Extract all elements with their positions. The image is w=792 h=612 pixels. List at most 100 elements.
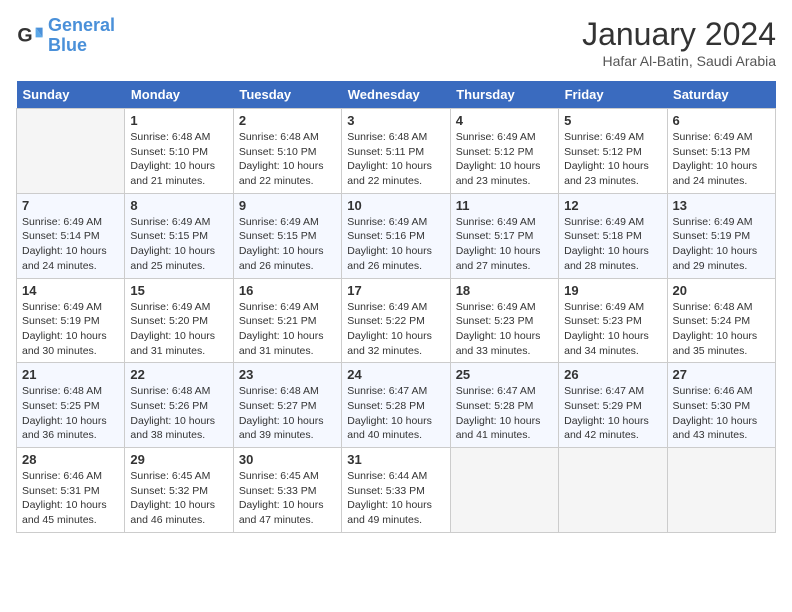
day-info: Sunrise: 6:47 AM Sunset: 5:28 PM Dayligh… xyxy=(456,384,553,443)
day-number: 18 xyxy=(456,283,553,298)
day-info: Sunrise: 6:46 AM Sunset: 5:31 PM Dayligh… xyxy=(22,469,119,528)
day-number: 22 xyxy=(130,367,227,382)
logo-icon: G xyxy=(16,22,44,50)
day-info: Sunrise: 6:49 AM Sunset: 5:17 PM Dayligh… xyxy=(456,215,553,274)
day-info: Sunrise: 6:49 AM Sunset: 5:15 PM Dayligh… xyxy=(239,215,336,274)
page-header: G General Blue January 2024 Hafar Al-Bat… xyxy=(16,16,776,69)
day-info: Sunrise: 6:48 AM Sunset: 5:11 PM Dayligh… xyxy=(347,130,444,189)
day-info: Sunrise: 6:45 AM Sunset: 5:33 PM Dayligh… xyxy=(239,469,336,528)
day-number: 15 xyxy=(130,283,227,298)
calendar-cell xyxy=(559,448,667,533)
day-info: Sunrise: 6:48 AM Sunset: 5:27 PM Dayligh… xyxy=(239,384,336,443)
day-number: 28 xyxy=(22,452,119,467)
day-number: 11 xyxy=(456,198,553,213)
day-number: 2 xyxy=(239,113,336,128)
location-subtitle: Hafar Al-Batin, Saudi Arabia xyxy=(582,53,776,69)
calendar-cell: 10Sunrise: 6:49 AM Sunset: 5:16 PM Dayli… xyxy=(342,193,450,278)
calendar-cell: 4 Sunrise: 6:49 AM Sunset: 5:12 PM Daylig… xyxy=(450,109,558,194)
month-title: January 2024 xyxy=(582,16,776,53)
day-number: 21 xyxy=(22,367,119,382)
day-info: Sunrise: 6:48 AM Sunset: 5:26 PM Dayligh… xyxy=(130,384,227,443)
logo-text: General Blue xyxy=(48,16,115,56)
logo: G General Blue xyxy=(16,16,115,56)
calendar-table: SundayMondayTuesdayWednesdayThursdayFrid… xyxy=(16,81,776,533)
day-info: Sunrise: 6:48 AM Sunset: 5:10 PM Dayligh… xyxy=(130,130,227,189)
day-number: 16 xyxy=(239,283,336,298)
day-info: Sunrise: 6:48 AM Sunset: 5:25 PM Dayligh… xyxy=(22,384,119,443)
day-info: Sunrise: 6:49 AM Sunset: 5:22 PM Dayligh… xyxy=(347,300,444,359)
calendar-cell: 23 Sunrise: 6:48 AM Sunset: 5:27 PM Dayli… xyxy=(233,363,341,448)
day-info: Sunrise: 6:49 AM Sunset: 5:18 PM Dayligh… xyxy=(564,215,661,274)
calendar-cell: 19 Sunrise: 6:49 AM Sunset: 5:23 PM Dayli… xyxy=(559,278,667,363)
calendar-cell: 22 Sunrise: 6:48 AM Sunset: 5:26 PM Dayli… xyxy=(125,363,233,448)
calendar-cell: 17 Sunrise: 6:49 AM Sunset: 5:22 PM Dayli… xyxy=(342,278,450,363)
day-number: 7 xyxy=(22,198,119,213)
day-info: Sunrise: 6:49 AM Sunset: 5:12 PM Dayligh… xyxy=(564,130,661,189)
calendar-cell: 16Sunrise: 6:49 AM Sunset: 5:21 PM Dayli… xyxy=(233,278,341,363)
calendar-cell xyxy=(667,448,775,533)
day-number: 12 xyxy=(564,198,661,213)
day-info: Sunrise: 6:49 AM Sunset: 5:19 PM Dayligh… xyxy=(673,215,770,274)
calendar-cell: 31Sunrise: 6:44 AM Sunset: 5:33 PM Dayli… xyxy=(342,448,450,533)
day-info: Sunrise: 6:49 AM Sunset: 5:23 PM Dayligh… xyxy=(564,300,661,359)
day-info: Sunrise: 6:46 AM Sunset: 5:30 PM Dayligh… xyxy=(673,384,770,443)
week-row-1: 7 Sunrise: 6:49 AM Sunset: 5:14 PM Daylig… xyxy=(17,193,776,278)
day-info: Sunrise: 6:49 AM Sunset: 5:20 PM Dayligh… xyxy=(130,300,227,359)
week-row-4: 28 Sunrise: 6:46 AM Sunset: 5:31 PM Dayli… xyxy=(17,448,776,533)
calendar-cell: 9 Sunrise: 6:49 AM Sunset: 5:15 PM Daylig… xyxy=(233,193,341,278)
day-number: 25 xyxy=(456,367,553,382)
day-info: Sunrise: 6:49 AM Sunset: 5:23 PM Dayligh… xyxy=(456,300,553,359)
day-info: Sunrise: 6:49 AM Sunset: 5:12 PM Dayligh… xyxy=(456,130,553,189)
day-number: 9 xyxy=(239,198,336,213)
day-info: Sunrise: 6:47 AM Sunset: 5:28 PM Dayligh… xyxy=(347,384,444,443)
day-number: 19 xyxy=(564,283,661,298)
calendar-cell: 24Sunrise: 6:47 AM Sunset: 5:28 PM Dayli… xyxy=(342,363,450,448)
calendar-cell: 12 Sunrise: 6:49 AM Sunset: 5:18 PM Dayli… xyxy=(559,193,667,278)
day-number: 26 xyxy=(564,367,661,382)
calendar-cell: 26 Sunrise: 6:47 AM Sunset: 5:29 PM Dayli… xyxy=(559,363,667,448)
header-saturday: Saturday xyxy=(667,81,775,109)
week-row-2: 14 Sunrise: 6:49 AM Sunset: 5:19 PM Dayli… xyxy=(17,278,776,363)
calendar-cell: 15 Sunrise: 6:49 AM Sunset: 5:20 PM Dayli… xyxy=(125,278,233,363)
header-monday: Monday xyxy=(125,81,233,109)
calendar-cell: 29Sunrise: 6:45 AM Sunset: 5:32 PM Dayli… xyxy=(125,448,233,533)
calendar-cell: 27 Sunrise: 6:46 AM Sunset: 5:30 PM Dayli… xyxy=(667,363,775,448)
day-number: 17 xyxy=(347,283,444,298)
day-info: Sunrise: 6:49 AM Sunset: 5:14 PM Dayligh… xyxy=(22,215,119,274)
calendar-cell: 25 Sunrise: 6:47 AM Sunset: 5:28 PM Dayli… xyxy=(450,363,558,448)
calendar-cell: 1Sunrise: 6:48 AM Sunset: 5:10 PM Daylig… xyxy=(125,109,233,194)
day-number: 14 xyxy=(22,283,119,298)
day-number: 4 xyxy=(456,113,553,128)
calendar-header-row: SundayMondayTuesdayWednesdayThursdayFrid… xyxy=(17,81,776,109)
day-info: Sunrise: 6:48 AM Sunset: 5:24 PM Dayligh… xyxy=(673,300,770,359)
day-info: Sunrise: 6:47 AM Sunset: 5:29 PM Dayligh… xyxy=(564,384,661,443)
day-info: Sunrise: 6:49 AM Sunset: 5:13 PM Dayligh… xyxy=(673,130,770,189)
header-wednesday: Wednesday xyxy=(342,81,450,109)
header-friday: Friday xyxy=(559,81,667,109)
calendar-cell: 11 Sunrise: 6:49 AM Sunset: 5:17 PM Dayli… xyxy=(450,193,558,278)
logo-general: General xyxy=(48,15,115,35)
day-number: 31 xyxy=(347,452,444,467)
calendar-cell: 7 Sunrise: 6:49 AM Sunset: 5:14 PM Daylig… xyxy=(17,193,125,278)
day-info: Sunrise: 6:48 AM Sunset: 5:10 PM Dayligh… xyxy=(239,130,336,189)
calendar-cell xyxy=(450,448,558,533)
day-number: 20 xyxy=(673,283,770,298)
calendar-cell: 21 Sunrise: 6:48 AM Sunset: 5:25 PM Dayli… xyxy=(17,363,125,448)
calendar-cell: 14 Sunrise: 6:49 AM Sunset: 5:19 PM Dayli… xyxy=(17,278,125,363)
day-number: 13 xyxy=(673,198,770,213)
day-number: 5 xyxy=(564,113,661,128)
title-block: January 2024 Hafar Al-Batin, Saudi Arabi… xyxy=(582,16,776,69)
week-row-3: 21 Sunrise: 6:48 AM Sunset: 5:25 PM Dayli… xyxy=(17,363,776,448)
week-row-0: 1Sunrise: 6:48 AM Sunset: 5:10 PM Daylig… xyxy=(17,109,776,194)
day-number: 3 xyxy=(347,113,444,128)
header-tuesday: Tuesday xyxy=(233,81,341,109)
day-info: Sunrise: 6:45 AM Sunset: 5:32 PM Dayligh… xyxy=(130,469,227,528)
day-number: 27 xyxy=(673,367,770,382)
header-thursday: Thursday xyxy=(450,81,558,109)
day-number: 6 xyxy=(673,113,770,128)
day-info: Sunrise: 6:49 AM Sunset: 5:19 PM Dayligh… xyxy=(22,300,119,359)
calendar-body: 1Sunrise: 6:48 AM Sunset: 5:10 PM Daylig… xyxy=(17,109,776,533)
calendar-cell: 3 Sunrise: 6:48 AM Sunset: 5:11 PM Daylig… xyxy=(342,109,450,194)
day-number: 23 xyxy=(239,367,336,382)
day-info: Sunrise: 6:49 AM Sunset: 5:16 PM Dayligh… xyxy=(347,215,444,274)
